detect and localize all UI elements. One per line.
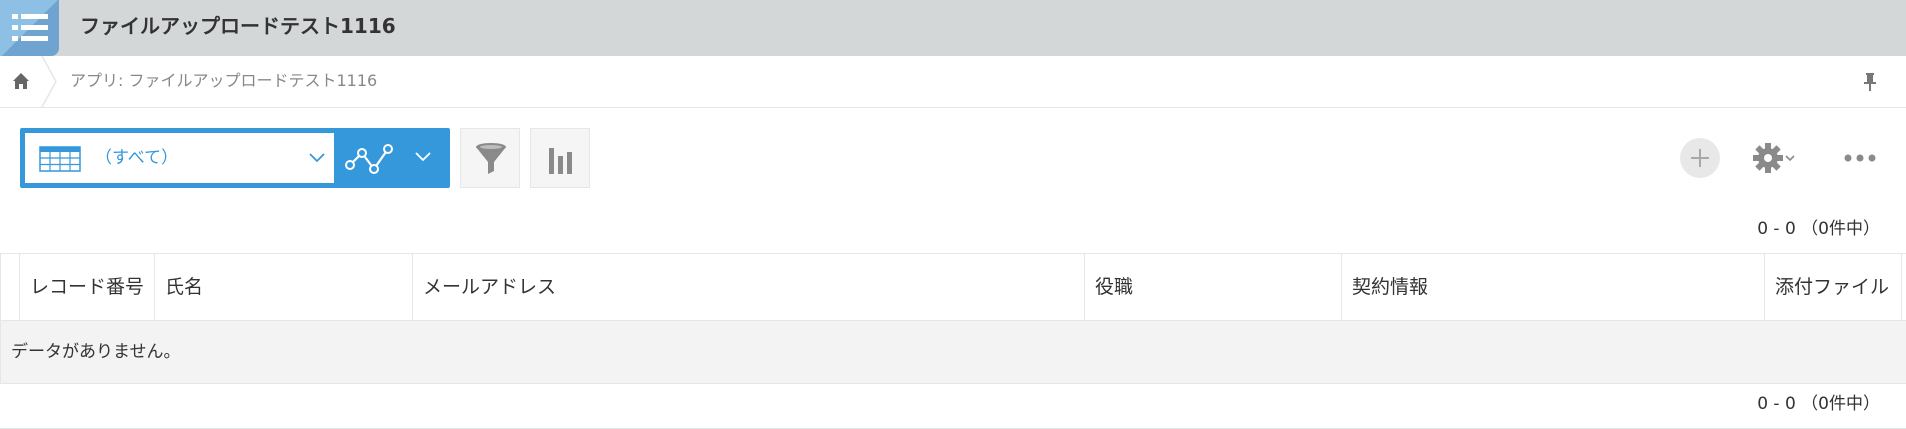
chevron-down-icon	[309, 153, 325, 163]
plus-icon	[1691, 149, 1709, 167]
column-header-position[interactable]: 役職	[1085, 254, 1342, 320]
empty-message: データがありません。	[11, 342, 181, 362]
breadcrumb-current: アプリ: ファイルアップロードテスト1116	[70, 71, 378, 90]
column-header-attachment[interactable]: 添付ファイル	[1765, 254, 1902, 320]
table-header-row: レコード番号 氏名 メールアドレス 役職 契約情報 添付ファイル	[0, 253, 1906, 321]
breadcrumb-separator	[41, 56, 57, 107]
empty-row: データがありません。	[0, 321, 1906, 384]
view-select-value: （すべて）	[95, 148, 179, 168]
bar-chart-icon	[549, 148, 572, 174]
stats-button[interactable]	[530, 128, 590, 188]
filter-icon	[476, 143, 506, 174]
column-header-record-number[interactable]: レコード番号	[20, 254, 155, 320]
pager-top: 0 - 0 （0件中）	[1757, 219, 1880, 239]
record-table: レコード番号 氏名 メールアドレス 役職 契約情報 添付ファイル データがありま…	[0, 253, 1906, 384]
add-record-button[interactable]	[1680, 138, 1720, 178]
filter-button[interactable]	[460, 128, 520, 188]
pin-icon[interactable]	[1858, 70, 1882, 94]
breadcrumb: アプリ: ファイルアップロードテスト1116	[0, 56, 1906, 108]
view-select[interactable]: （すべて）	[25, 133, 334, 183]
app-header: ファイルアップロードテスト1116	[0, 0, 1906, 56]
view-selector-group: （すべて）	[20, 128, 450, 188]
more-button[interactable]	[1840, 138, 1880, 178]
list-app-icon[interactable]	[0, 0, 59, 56]
column-header-contract-info[interactable]: 契約情報	[1342, 254, 1765, 320]
column-header-email[interactable]: メールアドレス	[413, 254, 1085, 320]
graph-chevron-down-icon[interactable]	[415, 151, 431, 163]
app-title: ファイルアップロードテスト1116	[80, 14, 396, 38]
table-header-gutter	[0, 254, 20, 320]
column-header-name[interactable]: 氏名	[155, 254, 413, 320]
pager-bottom: 0 - 0 （0件中）	[1757, 394, 1880, 414]
gear-icon	[1753, 143, 1795, 173]
more-icon	[1844, 154, 1876, 162]
settings-button[interactable]	[1748, 138, 1808, 178]
table-view-icon	[39, 146, 81, 172]
graph-select-button[interactable]	[342, 133, 402, 183]
graph-icon	[345, 144, 393, 174]
